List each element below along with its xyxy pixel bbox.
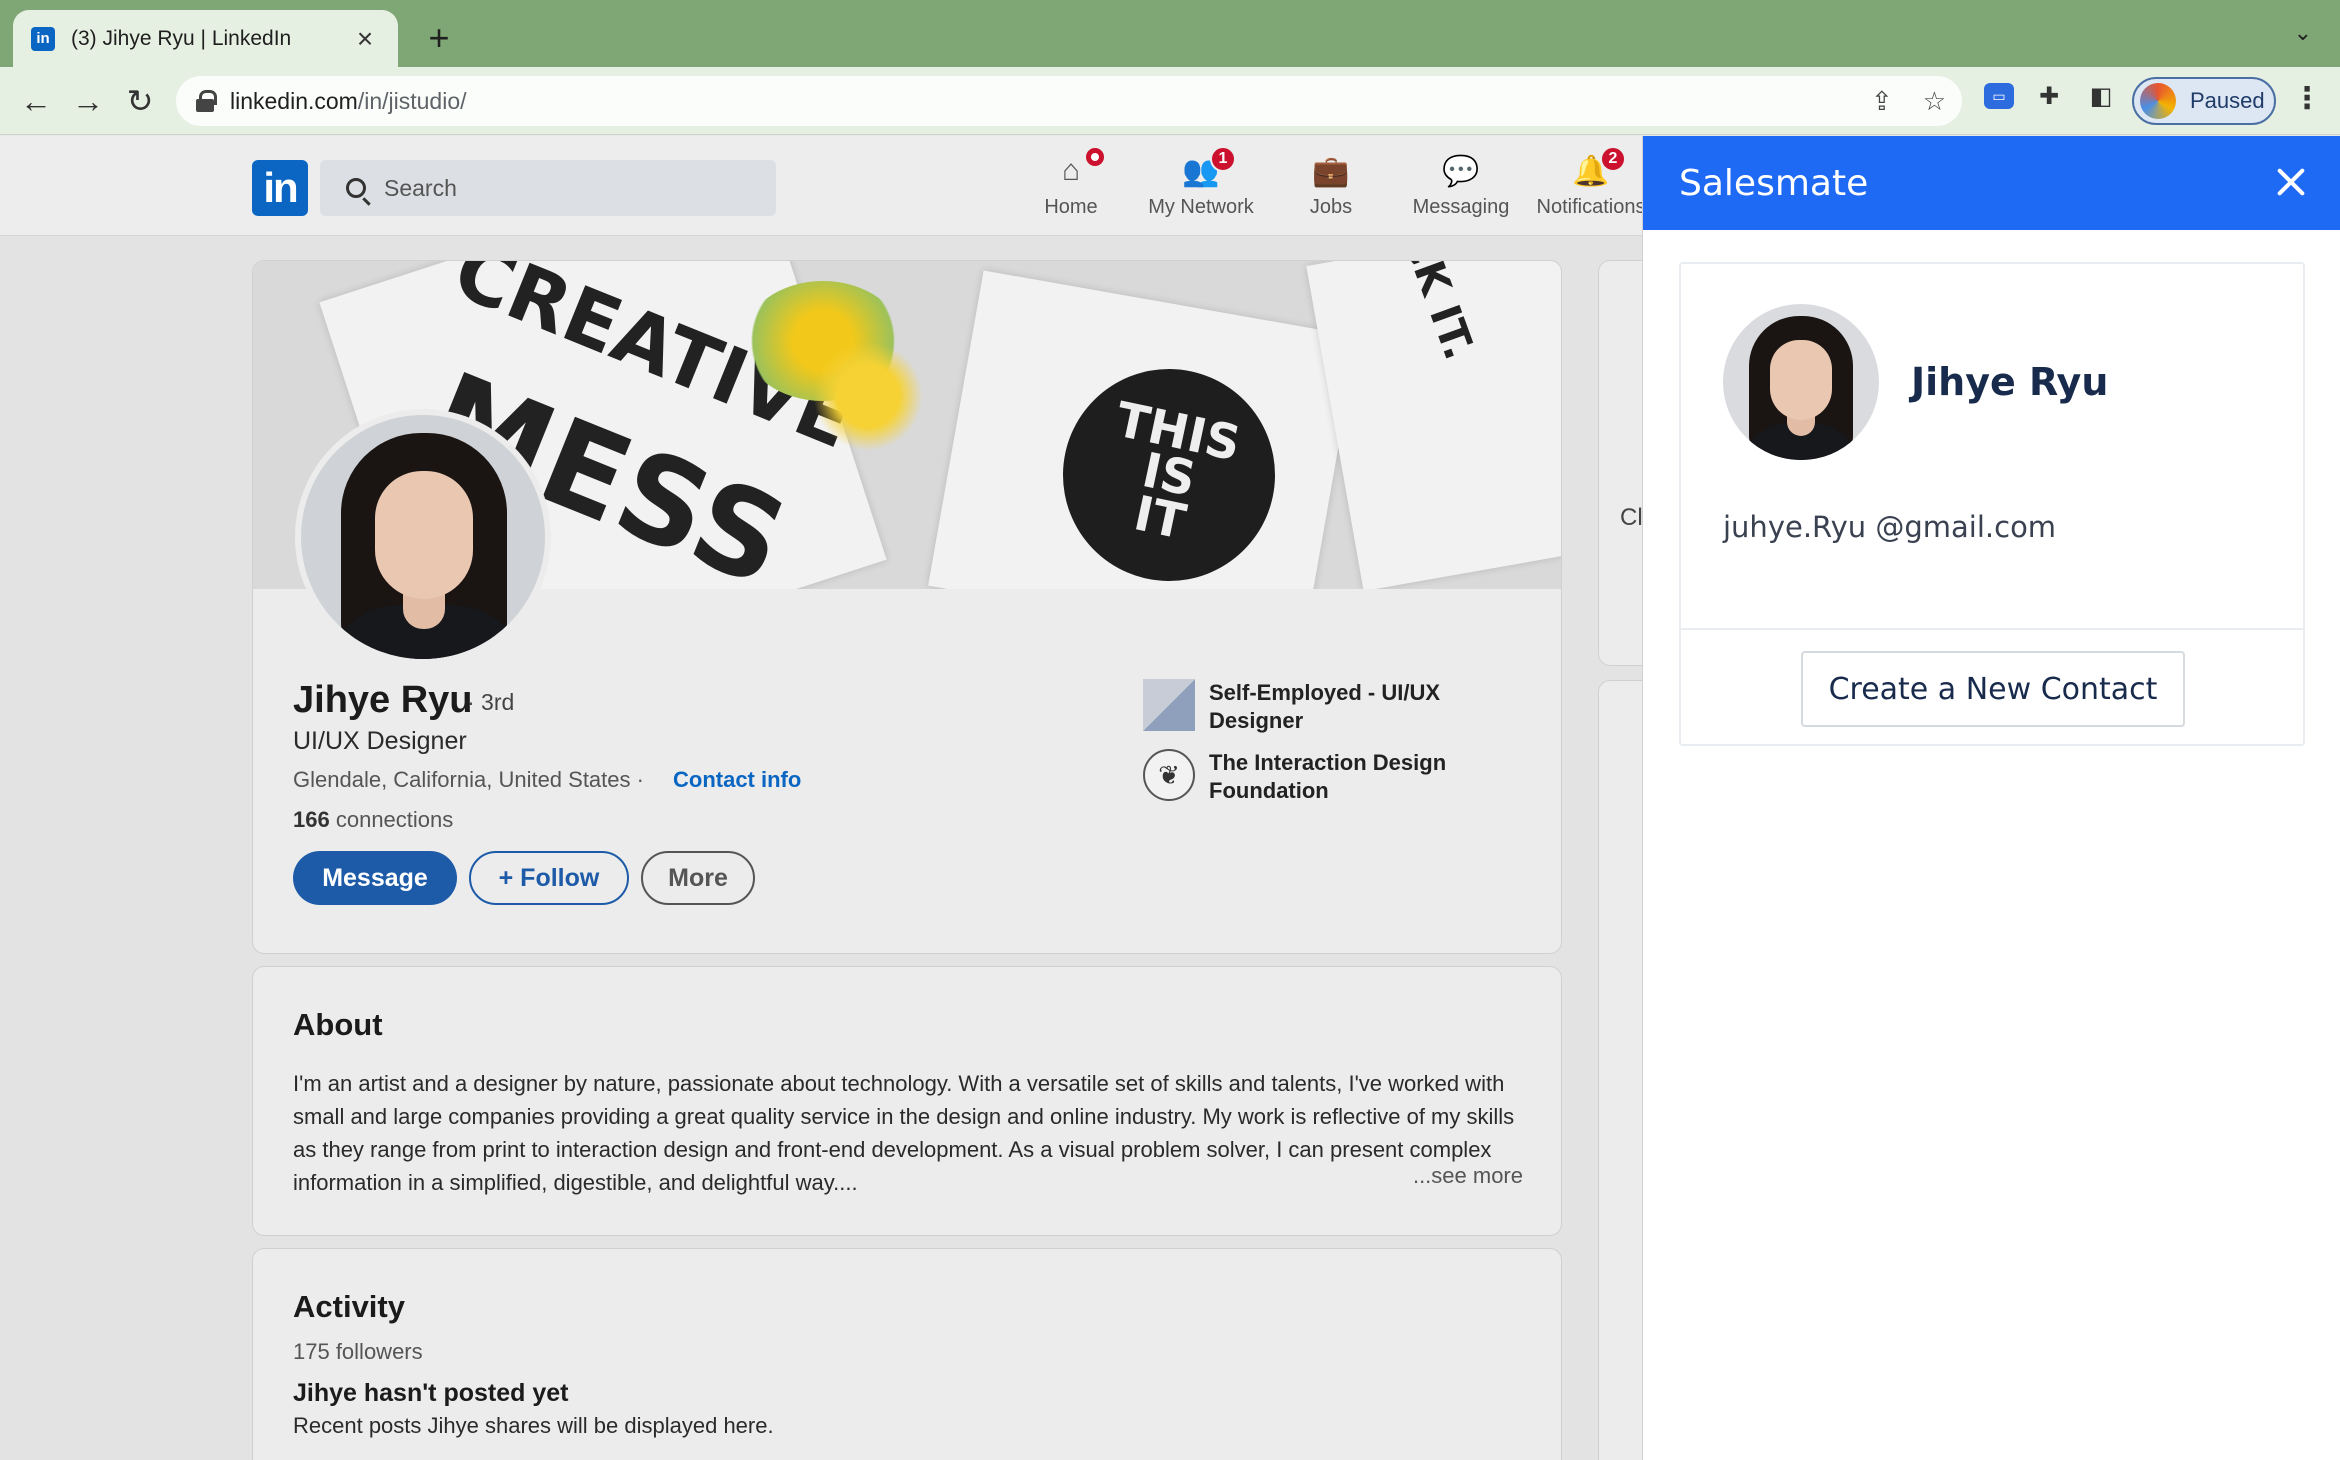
linkedin-header: in Search ⌂ Home 👥 1 My Network 💼 Jobs 💬 <box>0 136 1642 236</box>
close-icon[interactable] <box>2269 160 2313 204</box>
profile-button[interactable]: Paused <box>2132 77 2276 125</box>
share-icon[interactable]: ⇪ <box>1871 86 1893 117</box>
profile-location: Glendale, California, United States · <box>293 767 644 792</box>
puzzle-icon[interactable]: ✚ <box>2032 79 2066 113</box>
browser-tabstrip: in (3) Jihye Ryu | LinkedIn × + ⌄ <box>0 0 2340 67</box>
salesmate-title: Salesmate <box>1679 162 1869 204</box>
company-logo <box>1143 679 1195 731</box>
profile-name: Jihye Ryu <box>293 679 473 721</box>
profile-avatar <box>2140 83 2176 119</box>
nav-label: Jobs <box>1309 196 1353 218</box>
tab-close-icon[interactable]: × <box>350 23 380 55</box>
nav-messaging[interactable]: 💬 Messaging <box>1396 154 1526 219</box>
contact-email: juhye.Ryu @gmail.com <box>1723 510 2057 544</box>
linkedin-logo[interactable]: in <box>252 160 308 216</box>
salesmate-header: Salesmate <box>1643 136 2340 230</box>
new-tab-button[interactable]: + <box>424 18 454 58</box>
side-card <box>1598 680 1642 1460</box>
about-title: About <box>293 1007 383 1042</box>
profile-card: CREATIVE MESS THIS IS IT CK IT. Jihye Ry… <box>252 260 1562 954</box>
back-icon[interactable]: ← <box>14 79 58 123</box>
tree-icon: ❦ <box>1143 749 1195 801</box>
sidepanel-icon[interactable]: ◧ <box>2084 79 2118 113</box>
linkedin-nav: ⌂ Home 👥 1 My Network 💼 Jobs 💬 Messaging… <box>1006 146 1642 219</box>
nav-badge: 1 <box>1210 146 1236 172</box>
url-host: linkedin.com <box>230 87 358 114</box>
contact-avatar <box>1723 304 1879 460</box>
education-label: The Interaction Design Foundation <box>1209 750 1447 803</box>
tab-search-icon[interactable]: ⌄ <box>2294 20 2312 46</box>
star-icon[interactable]: ☆ <box>1923 86 1946 117</box>
activity-title: Activity <box>293 1289 405 1324</box>
nav-label: Notifications <box>1536 196 1642 218</box>
forward-icon[interactable]: → <box>66 79 110 123</box>
contact-card: Jihye Ryu juhye.Ryu @gmail.com Create a … <box>1679 262 2305 746</box>
nav-badge <box>1084 146 1106 168</box>
cover-circle-word: IT <box>1129 485 1191 551</box>
connections-count[interactable]: 166 connections <box>293 807 453 833</box>
salesmate-panel: Salesmate Jihye Ryu juhye.Ryu @gmail.com… <box>1642 136 2340 1460</box>
contact-name: Jihye Ryu <box>1911 360 2109 404</box>
experience-label: Self-Employed - UI/UX Designer <box>1209 680 1441 733</box>
profile-status: Paused <box>2190 88 2265 113</box>
address-bar[interactable]: linkedin.com/in/jistudio/ ⇪ ☆ <box>176 76 1962 126</box>
nav-notifications[interactable]: 🔔 2 Notifications <box>1526 146 1642 219</box>
nav-label: Home <box>1044 196 1098 218</box>
nav-my-network[interactable]: 👥 1 My Network <box>1136 146 1266 219</box>
activity-empty-desc: Recent posts Jihye shares will be displa… <box>293 1413 774 1438</box>
profile-headline: UI/UX Designer <box>293 727 467 755</box>
side-card-fragment: Cl <box>1620 504 1642 531</box>
search-placeholder: Search <box>384 174 457 201</box>
nav-jobs[interactable]: 💼 Jobs <box>1266 154 1396 219</box>
follow-button[interactable]: + Follow <box>469 851 629 905</box>
search-icon <box>346 178 366 198</box>
activity-empty-title: Jihye hasn't posted yet <box>293 1379 569 1407</box>
nav-home[interactable]: ⌂ Home <box>1006 146 1136 219</box>
contact-info-link[interactable]: Contact info <box>673 767 801 793</box>
connections-label: connections <box>335 807 454 832</box>
divider <box>1681 628 2303 630</box>
browser-tab[interactable]: in (3) Jihye Ryu | LinkedIn × <box>13 10 398 67</box>
nav-badge: 2 <box>1600 146 1626 172</box>
nav-label: My Network <box>1148 196 1254 218</box>
menu-icon[interactable]: ⋮ <box>2292 81 2322 116</box>
reload-icon[interactable]: ↻ <box>118 79 162 123</box>
connections-number: 166 <box>293 807 330 832</box>
url-path: /in/jistudio/ <box>357 87 467 114</box>
experience-item[interactable]: Self-Employed - UI/UX Designer <box>1143 679 1489 735</box>
briefcase-icon: 💼 <box>1312 154 1350 188</box>
browser-toolbar: ← → ↻ linkedin.com/in/jistudio/ ⇪ ☆ ▭ ✚ … <box>0 67 2340 135</box>
message-button[interactable]: Message <box>293 851 457 905</box>
profile-photo[interactable] <box>295 409 551 665</box>
side-card <box>1598 260 1642 666</box>
lock-icon[interactable] <box>196 90 217 112</box>
search-input[interactable]: Search <box>320 160 776 216</box>
activity-card: Activity 175 followers Jihye hasn't post… <box>252 1248 1562 1460</box>
education-item[interactable]: ❦ The Interaction Design Foundation <box>1143 749 1489 805</box>
connection-degree: · 3rd <box>467 689 515 715</box>
see-more-link[interactable]: ...see more <box>1413 1163 1523 1189</box>
tab-title: (3) Jihye Ryu | LinkedIn <box>71 26 292 50</box>
extension-icon[interactable]: ▭ <box>1984 83 2014 109</box>
create-contact-button[interactable]: Create a New Contact <box>1801 651 2185 727</box>
about-text: I'm an artist and a designer by nature, … <box>293 1071 1515 1195</box>
nav-label: Messaging <box>1412 196 1510 218</box>
linkedin-favicon-icon: in <box>31 26 55 51</box>
more-button[interactable]: More <box>641 851 755 905</box>
chat-icon: 💬 <box>1442 154 1480 188</box>
about-card: About I'm an artist and a designer by na… <box>252 966 1562 1236</box>
linkedin-page: in Search ⌂ Home 👥 1 My Network 💼 Jobs 💬 <box>0 136 1642 1460</box>
followers-count: 175 followers <box>293 1339 423 1364</box>
